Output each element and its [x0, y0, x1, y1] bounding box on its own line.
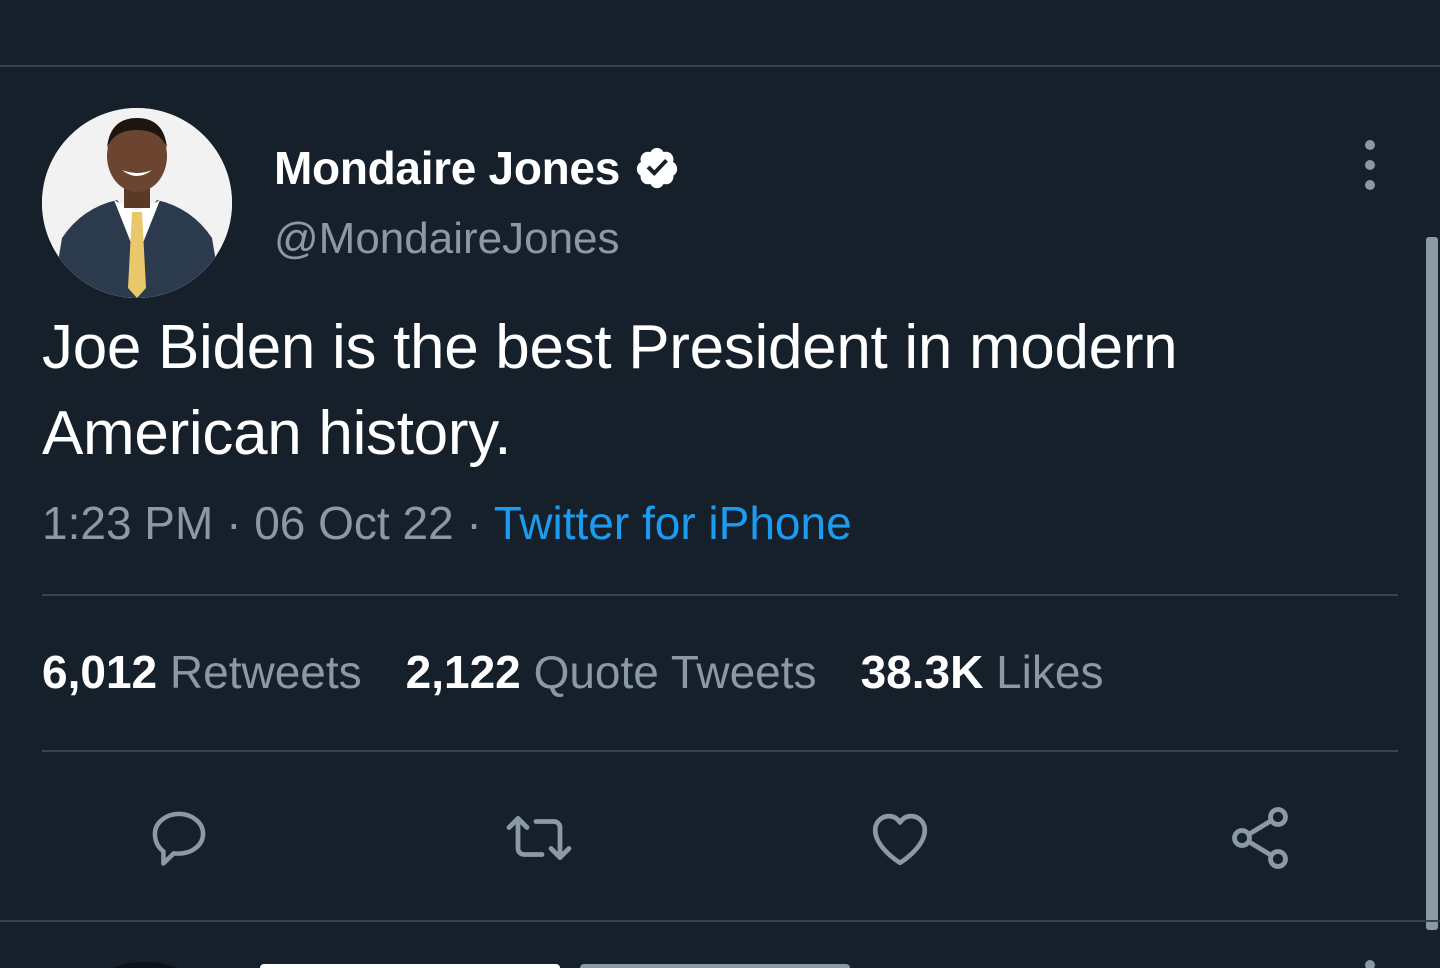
scrollbar[interactable]	[1426, 237, 1438, 930]
retweet-button[interactable]	[503, 802, 575, 874]
share-icon	[1232, 807, 1288, 869]
author-display-name[interactable]: Mondaire Jones	[274, 141, 620, 195]
retweet-icon	[506, 816, 572, 860]
bottom-divider	[0, 920, 1440, 922]
share-button[interactable]	[1224, 802, 1296, 874]
reply-button[interactable]	[143, 802, 215, 874]
tweet-text: Joe Biden is the best President in moder…	[42, 305, 1402, 477]
like-icon	[872, 813, 928, 866]
more-dot	[1365, 160, 1375, 170]
reply-icon	[152, 811, 206, 866]
more-vertical-icon[interactable]	[1350, 140, 1390, 190]
retweets-stat[interactable]: 6,012 Retweets	[42, 645, 362, 699]
next-tweet-handle-peek	[580, 964, 850, 968]
next-tweet-avatar[interactable]	[100, 962, 190, 968]
tweet-text-line: American history.	[42, 399, 512, 468]
profile-photo-icon	[42, 108, 232, 298]
quote-tweets-label: Quote Tweets	[533, 646, 817, 698]
quote-tweets-stat[interactable]: 2,122 Quote Tweets	[406, 645, 817, 699]
top-divider	[0, 65, 1440, 67]
meta-separator: ·	[213, 497, 255, 549]
tweet-stats: 6,012 Retweets 2,122 Quote Tweets 38.3K …	[42, 645, 1103, 699]
author-name-row[interactable]: Mondaire Jones	[274, 140, 680, 196]
tweet-meta: 1:23 PM · 06 Oct 22 · Twitter for iPhone	[42, 496, 852, 550]
author-handle[interactable]: @MondaireJones	[274, 214, 620, 264]
top-bar	[0, 0, 1440, 65]
more-dot	[1365, 140, 1375, 150]
next-tweet-more-icon[interactable]	[1365, 960, 1375, 968]
tweet-date[interactable]: 06 Oct 22	[254, 497, 453, 549]
quote-tweets-count: 2,122	[405, 646, 521, 698]
tweet-time[interactable]: 1:23 PM	[42, 497, 213, 549]
verified-badge-icon	[636, 147, 678, 189]
meta-separator: ·	[453, 497, 494, 549]
more-dot	[1365, 180, 1375, 190]
retweets-label: Retweets	[169, 646, 362, 698]
likes-count: 38.3K	[860, 646, 984, 698]
next-tweet-name-peek	[260, 964, 560, 968]
divider	[42, 594, 1398, 596]
like-button[interactable]	[864, 802, 936, 874]
retweets-count: 6,012	[42, 646, 158, 698]
tweet-source-link[interactable]: Twitter for iPhone	[494, 497, 852, 549]
next-tweet-header-peek	[260, 958, 860, 968]
divider	[42, 750, 1398, 752]
tweet-text-line: Joe Biden is the best President in moder…	[42, 313, 1178, 382]
avatar[interactable]	[42, 108, 232, 298]
likes-label: Likes	[996, 646, 1104, 698]
likes-stat[interactable]: 38.3K Likes	[861, 645, 1104, 699]
